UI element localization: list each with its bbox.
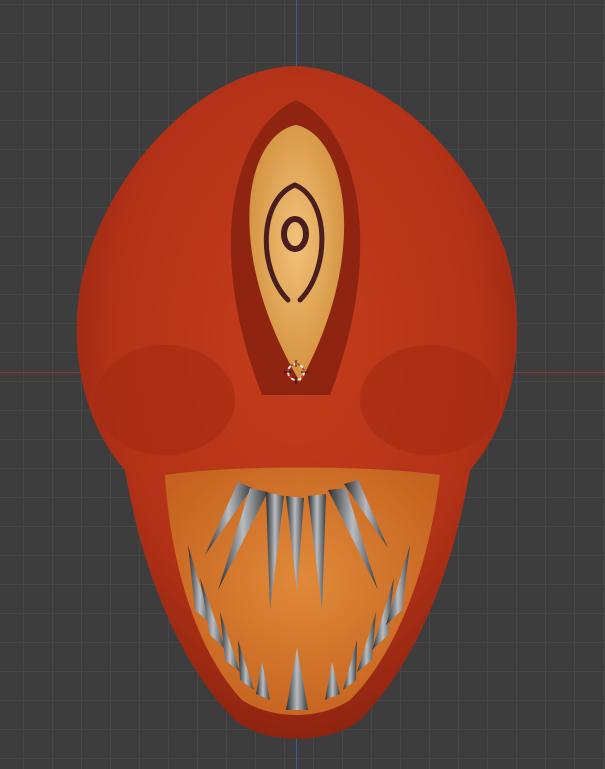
creature-head-model[interactable] xyxy=(0,0,605,769)
right-brow xyxy=(360,345,500,455)
3d-viewport[interactable] xyxy=(0,0,605,769)
left-brow xyxy=(95,345,235,455)
